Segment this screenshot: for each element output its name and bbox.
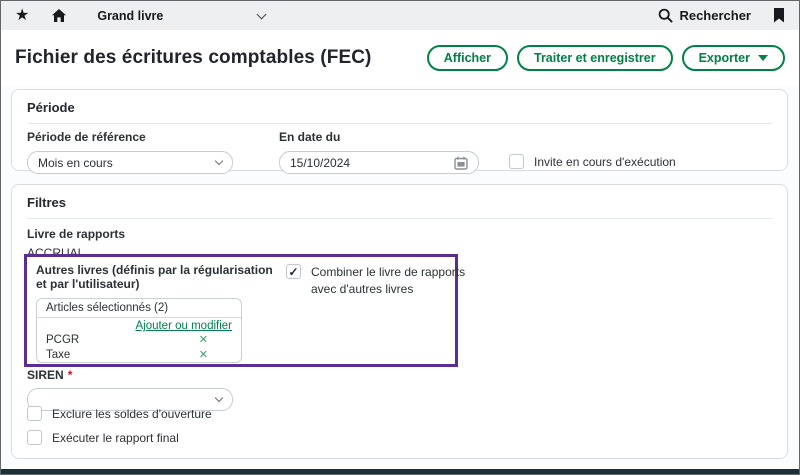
invite-checkbox[interactable] bbox=[509, 154, 524, 169]
siren-label: SIREN bbox=[27, 368, 64, 382]
periode-reference-value: Mois en cours bbox=[38, 156, 113, 170]
module-dropdown-label: Grand livre bbox=[97, 9, 163, 23]
article-item-label: Taxe bbox=[46, 349, 70, 361]
page-header: Fichier des écritures comptables (FEC) A… bbox=[1, 30, 799, 85]
chevron-down-icon bbox=[215, 157, 223, 165]
filtres-heading: Filtres bbox=[12, 185, 787, 218]
traiter-button-label: Traiter et enregistrer bbox=[534, 51, 656, 65]
required-asterisk: * bbox=[68, 368, 73, 382]
home-icon[interactable] bbox=[51, 8, 67, 23]
en-date-du-label: En date du bbox=[279, 130, 479, 144]
exclure-checkbox-label: Exclure les soldes d'ouverture bbox=[52, 406, 212, 423]
close-icon[interactable]: ✕ bbox=[199, 348, 208, 361]
chevron-down-icon bbox=[257, 9, 267, 19]
top-navigation-bar: ★ Grand livre Rechercher bbox=[1, 1, 799, 30]
livre-de-rapports-label: Livre de rapports bbox=[27, 227, 772, 241]
exporter-button-label: Exporter bbox=[699, 51, 750, 65]
filtres-section: Filtres Livre de rapports ACCRUAL Autres… bbox=[11, 184, 788, 459]
afficher-button-label: Afficher bbox=[444, 51, 491, 65]
articles-selectionnes-listbox: Articles sélectionnés (2) Ajouter ou mod… bbox=[36, 298, 242, 363]
search-button[interactable]: Rechercher bbox=[658, 8, 751, 23]
traiter-et-enregistrer-button[interactable]: Traiter et enregistrer bbox=[517, 45, 673, 71]
favorite-star-icon[interactable]: ★ bbox=[15, 8, 29, 24]
combiner-checkbox[interactable]: ✓ bbox=[286, 264, 301, 279]
periode-heading: Période bbox=[12, 90, 787, 123]
module-dropdown[interactable]: Grand livre bbox=[97, 9, 265, 23]
invite-checkbox-label: Invite en cours d'exécution bbox=[534, 154, 676, 171]
periode-reference-label: Période de référence bbox=[27, 130, 233, 144]
list-item: Taxe ✕ bbox=[37, 347, 241, 362]
articles-selectionnes-header: Articles sélectionnés (2) bbox=[37, 299, 241, 318]
executer-checkbox-label: Exécuter le rapport final bbox=[52, 430, 179, 447]
exporter-button[interactable]: Exporter bbox=[682, 45, 785, 71]
periode-section: Période Période de référence Mois en cou… bbox=[11, 89, 788, 171]
executer-checkbox-row[interactable]: Exécuter le rapport final bbox=[27, 430, 179, 447]
list-item: PCGR ✕ bbox=[37, 332, 241, 347]
exclure-checkbox[interactable] bbox=[27, 406, 42, 421]
invite-checkbox-row[interactable]: Invite en cours d'exécution bbox=[509, 154, 676, 171]
bookmark-icon[interactable] bbox=[773, 8, 785, 23]
footer-bar bbox=[1, 469, 799, 474]
periode-reference-select[interactable]: Mois en cours bbox=[27, 151, 233, 174]
search-label: Rechercher bbox=[679, 8, 751, 23]
ajouter-ou-modifier-link[interactable]: Ajouter ou modifier bbox=[135, 320, 232, 332]
combiner-checkbox-label: Combiner le livre de rapports avec d'aut… bbox=[311, 264, 487, 299]
search-icon bbox=[658, 8, 673, 23]
autres-livres-highlight-box: Autres livres (définis par la régularisa… bbox=[24, 254, 458, 367]
exclure-checkbox-row[interactable]: Exclure les soldes d'ouverture bbox=[27, 406, 212, 423]
dropdown-caret-icon bbox=[758, 55, 768, 61]
en-date-du-value: 15/10/2024 bbox=[290, 156, 350, 170]
en-date-du-input[interactable]: 15/10/2024 bbox=[279, 151, 479, 174]
calendar-icon bbox=[454, 156, 468, 170]
autres-livres-label: Autres livres (définis par la régularisa… bbox=[36, 263, 286, 291]
executer-checkbox[interactable] bbox=[27, 430, 42, 445]
afficher-button[interactable]: Afficher bbox=[427, 45, 508, 71]
article-item-label: PCGR bbox=[46, 334, 79, 346]
page-title: Fichier des écritures comptables (FEC) bbox=[15, 47, 371, 69]
chevron-down-icon bbox=[215, 394, 223, 402]
app-window: ★ Grand livre Rechercher bbox=[0, 0, 800, 475]
combiner-checkbox-row[interactable]: ✓ Combiner le livre de rapports avec d'a… bbox=[286, 264, 487, 299]
close-icon[interactable]: ✕ bbox=[199, 333, 208, 346]
